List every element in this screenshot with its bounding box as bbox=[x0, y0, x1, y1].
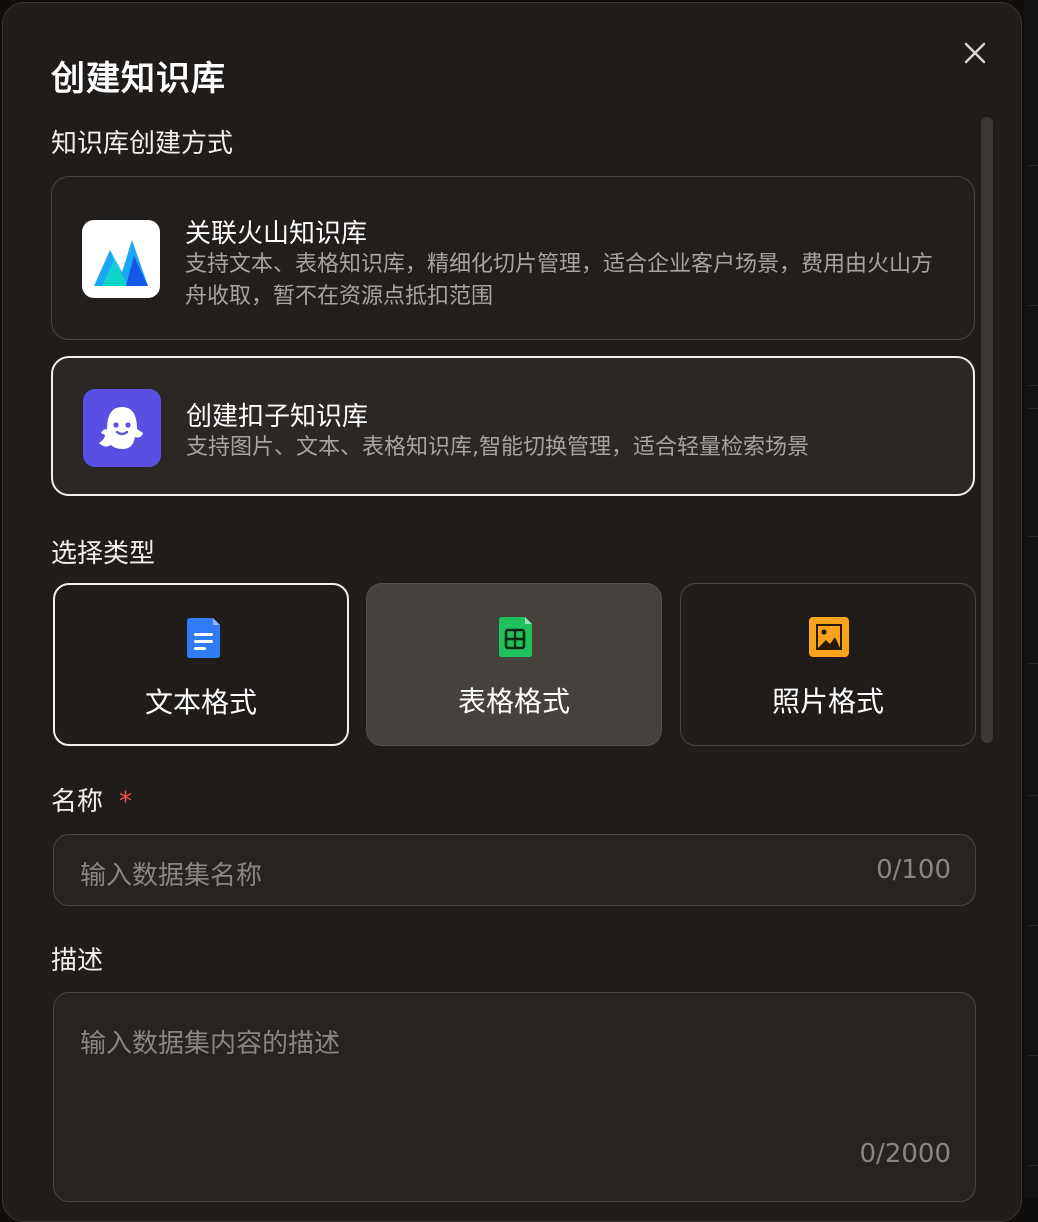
required-mark: * bbox=[119, 787, 133, 817]
type-option-label: 表格格式 bbox=[457, 685, 570, 718]
description-char-counter: 0/2000 bbox=[859, 1139, 951, 1169]
dialog-title: 创建知识库 bbox=[51, 59, 226, 99]
table-icon bbox=[495, 616, 535, 658]
option-description: 支持文本、表格知识库，精细化切片管理，适合企业客户场景，费用由火山方舟收取，暂不… bbox=[185, 252, 934, 309]
description-input[interactable]: 输入数据集内容的描述 0/2000 bbox=[53, 992, 976, 1202]
background-panel bbox=[1024, 0, 1038, 1198]
name-input[interactable]: 输入数据集名称 0/100 bbox=[53, 834, 976, 906]
scrollbar[interactable] bbox=[981, 117, 993, 743]
option-coze-knowledge-base[interactable]: 创建扣子知识库 支持图片、文本、表格知识库,智能切换管理，适合轻量检索场景 bbox=[51, 356, 975, 496]
coze-ghost-icon bbox=[83, 389, 161, 467]
image-icon bbox=[809, 616, 849, 658]
type-option-text[interactable]: 文本格式 bbox=[53, 583, 349, 746]
type-option-table[interactable]: 表格格式 bbox=[366, 583, 662, 746]
name-char-counter: 0/100 bbox=[876, 855, 951, 885]
option-volcano-knowledge-base[interactable]: 关联火山知识库 支持文本、表格知识库，精细化切片管理，适合企业客户场景，费用由火… bbox=[51, 176, 975, 340]
option-title: 创建扣子知识库 bbox=[186, 402, 369, 432]
type-option-image[interactable]: 照片格式 bbox=[680, 583, 976, 746]
description-field-label: 描述 bbox=[51, 946, 104, 976]
volcano-mountain-icon bbox=[82, 220, 160, 298]
description-input-placeholder: 输入数据集内容的描述 bbox=[80, 1029, 341, 1059]
close-button[interactable] bbox=[957, 35, 993, 71]
document-icon bbox=[183, 617, 223, 659]
option-description: 支持图片、文本、表格知识库,智能切换管理，适合轻量检索场景 bbox=[186, 435, 809, 460]
creation-method-label: 知识库创建方式 bbox=[51, 129, 234, 159]
name-input-placeholder: 输入数据集名称 bbox=[80, 861, 263, 891]
option-title: 关联火山知识库 bbox=[185, 219, 368, 249]
name-label-text: 名称 bbox=[51, 787, 104, 817]
type-select-label: 选择类型 bbox=[51, 539, 156, 569]
type-option-label: 文本格式 bbox=[144, 686, 257, 719]
name-field-label: 名称 * bbox=[51, 781, 132, 818]
close-icon bbox=[964, 42, 986, 64]
create-knowledge-base-dialog: 创建知识库 知识库创建方式 关联火山知识库 支持文本、表格知识库，精细化切片管理… bbox=[2, 2, 1022, 1222]
type-option-label: 照片格式 bbox=[771, 685, 884, 718]
